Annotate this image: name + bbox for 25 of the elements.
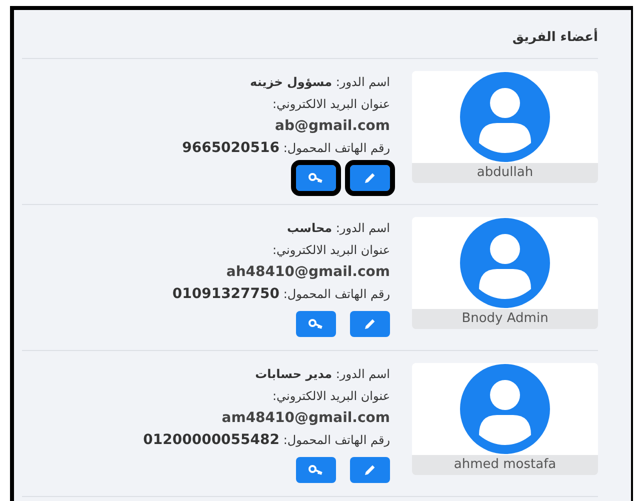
role-text: اسم الدور: محاسب <box>286 220 390 237</box>
email-text: ah48410@gmail.com <box>226 263 390 282</box>
pencil-icon <box>363 463 377 477</box>
key-icon <box>308 318 324 330</box>
edit-button[interactable] <box>350 457 390 483</box>
key-icon <box>308 172 324 184</box>
section-title: أعضاء الفريق <box>512 30 598 45</box>
email-text: ab@gmail.com <box>275 117 390 136</box>
key-icon <box>308 464 324 476</box>
key-button[interactable] <box>296 165 336 191</box>
member-name: abdullah <box>412 163 598 183</box>
edit-button[interactable] <box>350 165 390 191</box>
pencil-icon <box>363 317 377 331</box>
email-label: عنوان البريد الالكتروني: <box>272 388 390 405</box>
email-label: عنوان البريد الالكتروني: <box>272 96 390 113</box>
email-text: am48410@gmail.com <box>222 409 390 428</box>
edit-button[interactable] <box>350 311 390 337</box>
pencil-icon <box>363 171 377 185</box>
member-name: Bnody Admin <box>412 309 598 329</box>
email-label: عنوان البريد الالكتروني: <box>272 242 390 259</box>
key-button[interactable] <box>296 457 336 483</box>
role-text: اسم الدور: مدير حسابات <box>255 366 390 383</box>
key-button[interactable] <box>296 311 336 337</box>
member-name: ahmed mostafa <box>412 455 598 475</box>
role-text: اسم الدور: مسؤول خزينه <box>250 74 390 91</box>
